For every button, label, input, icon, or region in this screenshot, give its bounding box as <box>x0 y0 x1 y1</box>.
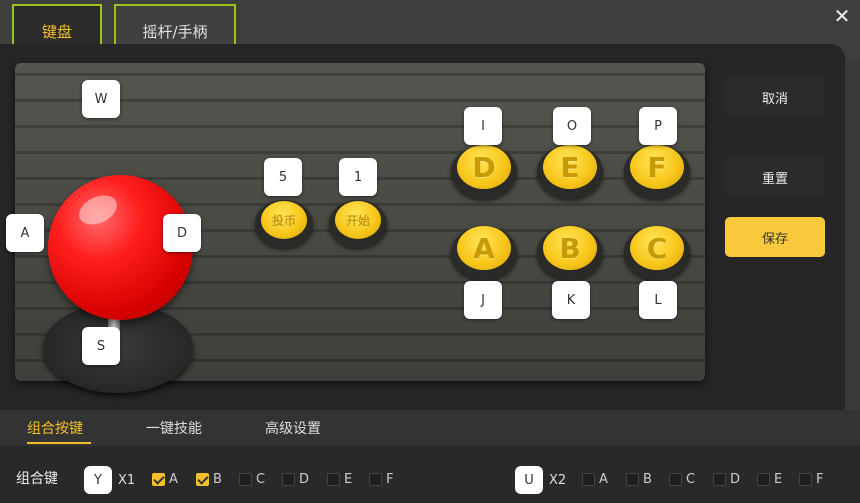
key-right[interactable]: D <box>163 214 201 252</box>
checkbox-label: B <box>213 472 222 487</box>
checkbox-label: A <box>599 472 608 487</box>
arcade-button-d[interactable]: D <box>457 145 511 189</box>
key-down[interactable]: S <box>82 327 120 365</box>
key-button-a[interactable]: J <box>464 281 502 319</box>
start-button[interactable]: 开始 <box>335 201 381 239</box>
key-up[interactable]: W <box>82 80 120 118</box>
tab-combo-keys[interactable]: 组合按键 <box>27 418 83 438</box>
arcade-button-e[interactable]: E <box>543 145 597 189</box>
checkbox-d[interactable] <box>282 473 295 486</box>
checkbox-c[interactable] <box>239 473 252 486</box>
combo-key-2[interactable]: U <box>515 466 543 494</box>
combo-multiplier-2: X2 <box>549 473 567 488</box>
save-button[interactable]: 保存 <box>725 217 825 257</box>
checkbox-d[interactable] <box>713 473 726 486</box>
checkbox-label: A <box>169 472 178 487</box>
checkbox-label: F <box>816 472 824 487</box>
checkbox-label: D <box>299 472 310 487</box>
key-coin[interactable]: 5 <box>264 158 302 196</box>
checkbox-label: C <box>686 472 696 487</box>
subtab-bar <box>0 410 860 446</box>
checkbox-label: C <box>256 472 266 487</box>
key-button-e[interactable]: O <box>553 107 591 145</box>
cancel-button[interactable]: 取消 <box>725 77 825 117</box>
key-left[interactable]: A <box>6 214 44 252</box>
checkbox-b[interactable] <box>196 473 209 486</box>
checkbox-e[interactable] <box>757 473 770 486</box>
active-tab-indicator <box>27 442 91 444</box>
checkbox-label: F <box>386 472 394 487</box>
checkbox-label: D <box>730 472 741 487</box>
arcade-button-a[interactable]: A <box>457 226 511 270</box>
reset-button[interactable]: 重置 <box>725 157 825 197</box>
checkbox-label: E <box>774 472 783 487</box>
checkbox-f[interactable] <box>799 473 812 486</box>
arcade-button-c[interactable]: C <box>630 226 684 270</box>
combo-multiplier-1: X1 <box>118 473 136 488</box>
tab-advanced-settings[interactable]: 高级设置 <box>265 418 321 438</box>
key-button-b[interactable]: K <box>552 281 590 319</box>
combo-key-1[interactable]: Y <box>84 466 112 494</box>
key-button-d[interactable]: I <box>464 107 502 145</box>
checkbox-label: E <box>344 472 353 487</box>
close-icon[interactable]: ✕ <box>832 6 852 26</box>
arcade-button-b[interactable]: B <box>543 226 597 270</box>
checkbox-f[interactable] <box>369 473 382 486</box>
key-start[interactable]: 1 <box>339 158 377 196</box>
key-button-c[interactable]: L <box>639 281 677 319</box>
checkbox-a[interactable] <box>582 473 595 486</box>
arcade-button-f[interactable]: F <box>630 145 684 189</box>
checkbox-c[interactable] <box>669 473 682 486</box>
tab-one-key-skill[interactable]: 一键技能 <box>146 418 202 438</box>
coin-button[interactable]: 投币 <box>261 201 307 239</box>
combo-label: 组合键 <box>16 471 58 487</box>
key-button-f[interactable]: P <box>639 107 677 145</box>
checkbox-a[interactable] <box>152 473 165 486</box>
checkbox-b[interactable] <box>626 473 639 486</box>
checkbox-e[interactable] <box>327 473 340 486</box>
checkbox-label: B <box>643 472 652 487</box>
